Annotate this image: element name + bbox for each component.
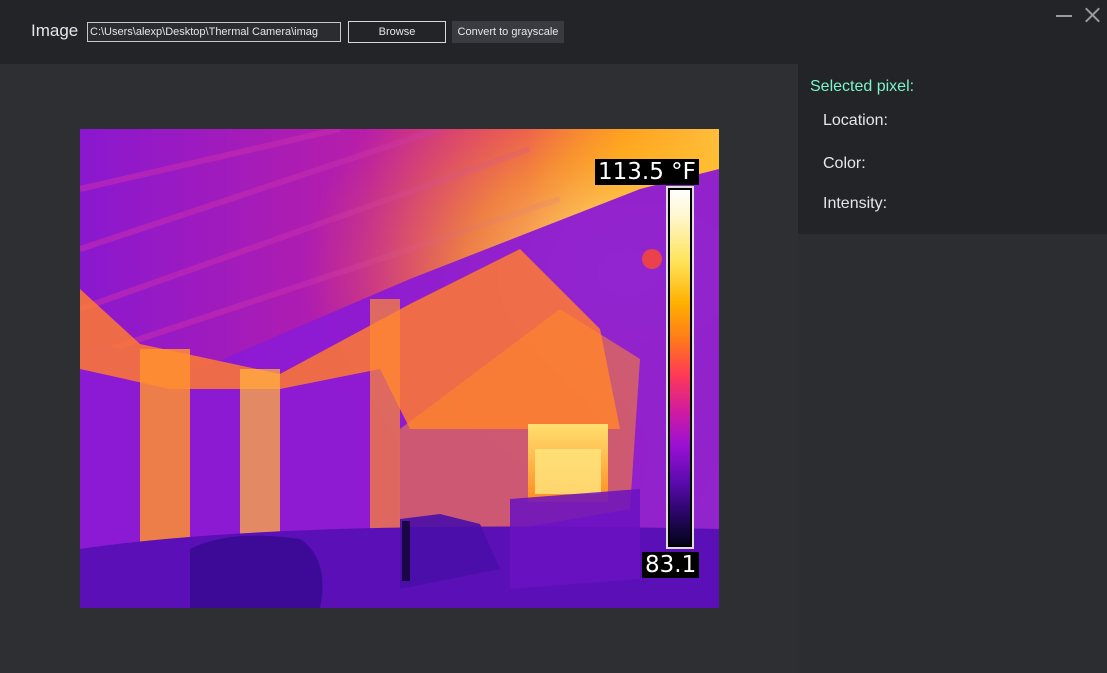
close-icon[interactable]: [1082, 5, 1102, 25]
selected-pixel-section: Selected pixel: Location: Color: Intensi…: [798, 64, 1107, 234]
info-panel: Selected pixel: Location: Color: Intensi…: [798, 64, 1107, 673]
convert-grayscale-button[interactable]: Convert to grayscale: [452, 21, 564, 43]
color-label: Color:: [823, 155, 866, 172]
temperature-scale-bar: [666, 186, 694, 549]
scale-min-label: 83.1: [642, 552, 700, 578]
temperature-gradient: [670, 190, 690, 545]
minimize-icon[interactable]: [1054, 6, 1074, 26]
thermal-image[interactable]: 113.5 °F 83.1: [80, 129, 719, 608]
toolbar: Image Browse Convert to grayscale: [0, 0, 1107, 64]
app-window: Image Browse Convert to grayscale: [0, 0, 1107, 673]
image-viewer: 113.5 °F 83.1: [0, 64, 798, 673]
image-label: Image: [31, 21, 79, 40]
scale-max-label: 113.5 °F: [595, 159, 699, 185]
thermal-image-graphic: [80, 129, 719, 608]
selected-pixel-title: Selected pixel:: [810, 78, 915, 95]
browse-button[interactable]: Browse: [348, 21, 446, 43]
location-label: Location:: [823, 112, 888, 129]
intensity-label: Intensity:: [823, 195, 888, 212]
image-path-input[interactable]: [87, 22, 341, 42]
